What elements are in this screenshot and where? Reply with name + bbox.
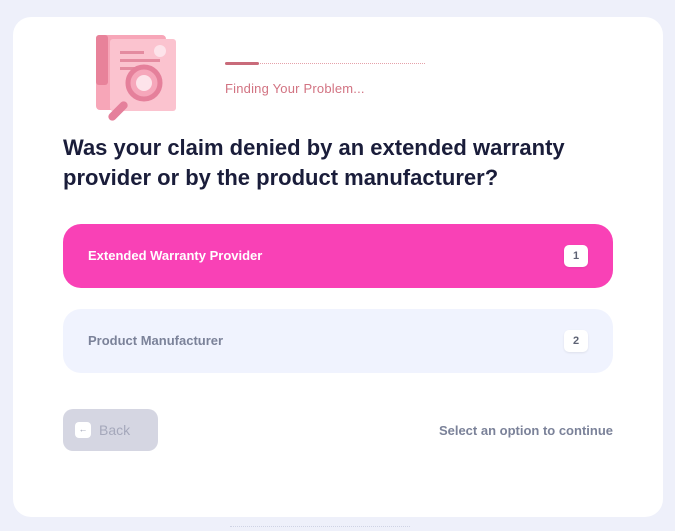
option-extended-warranty-provider[interactable]: Extended Warranty Provider 1: [63, 224, 613, 288]
document-magnifier-illustration: [96, 35, 176, 121]
back-button[interactable]: ← Back: [63, 409, 158, 451]
arrow-left-icon: ←: [75, 422, 91, 438]
option-label: Product Manufacturer: [88, 333, 224, 348]
progress-bar: [225, 62, 425, 66]
magnifier-glare: [136, 75, 152, 91]
divider: [230, 526, 410, 527]
question-title: Was your claim denied by an extended war…: [63, 135, 565, 190]
document-seal: [154, 45, 166, 57]
document-spine-shape: [96, 35, 108, 85]
back-label: Back: [99, 422, 131, 438]
continue-hint: Select an option to continue: [438, 423, 613, 438]
option-label: Extended Warranty Provider: [88, 248, 263, 263]
progress-fill: [225, 62, 259, 65]
question-card: Finding Your Problem... Was your claim d…: [13, 17, 663, 517]
option-product-manufacturer[interactable]: Product Manufacturer 2: [63, 309, 613, 373]
document-line: [120, 51, 144, 54]
progress-status: Finding Your Problem...: [225, 81, 365, 96]
option-shortcut-key: 2: [564, 330, 588, 352]
option-shortcut-key: 1: [564, 245, 588, 267]
document-line: [120, 59, 160, 62]
